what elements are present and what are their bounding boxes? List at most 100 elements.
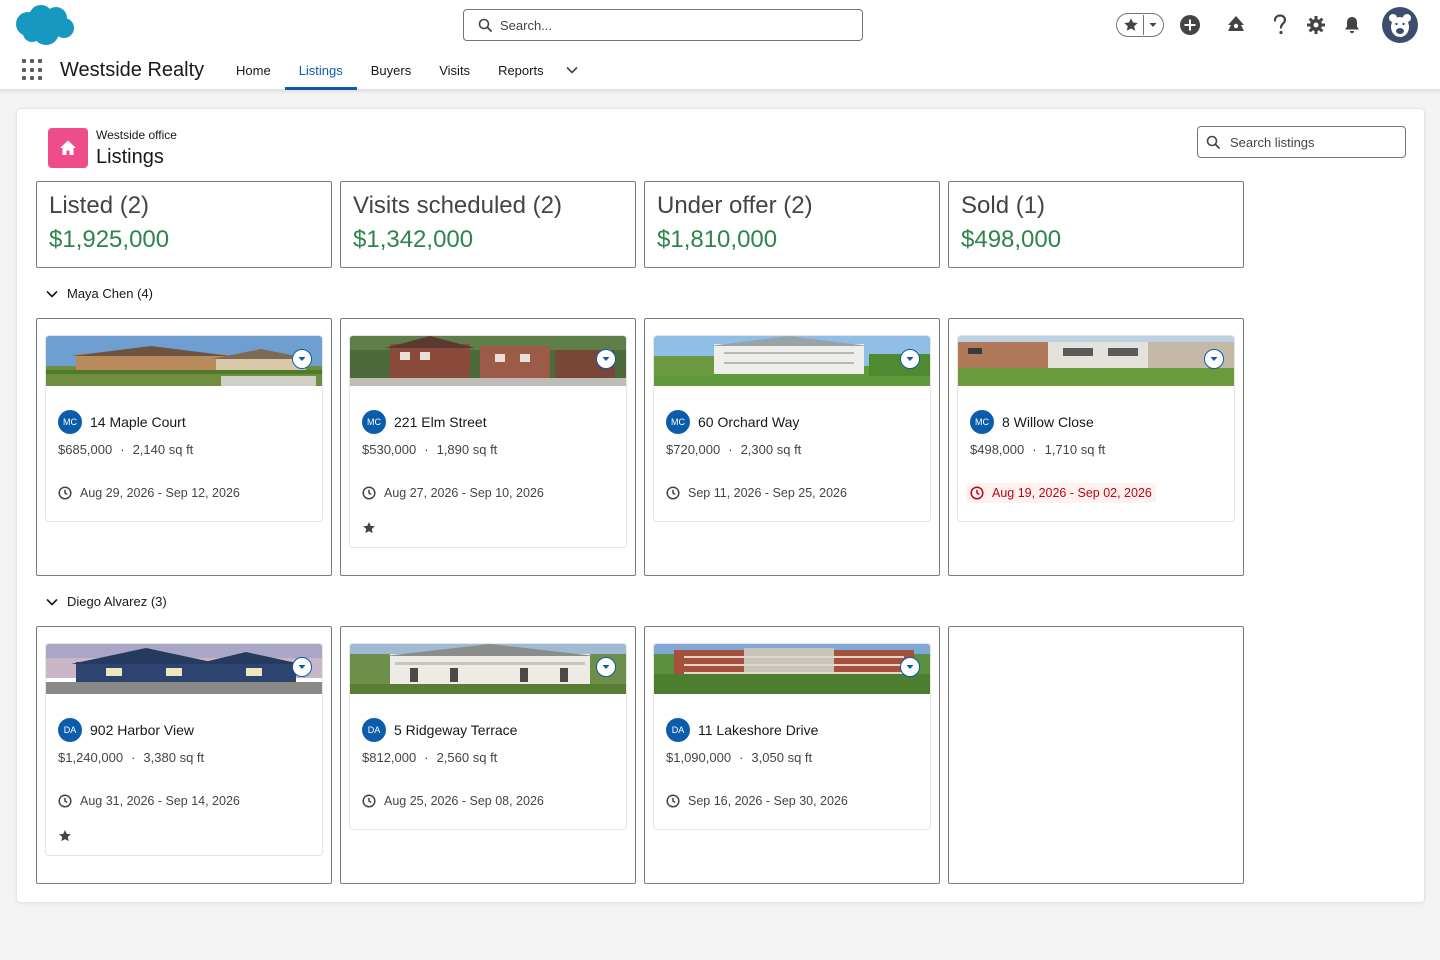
meta-separator: · [728,442,733,457]
stage-amount: $498,000 [961,226,1062,253]
card-actions-menu-button[interactable] [1204,349,1224,369]
chevron-down-icon [298,665,306,669]
kanban-column-sold-empty [948,626,1244,884]
help-button[interactable] [1268,8,1292,42]
home-icon [60,140,76,155]
listing-address-link[interactable]: 5 Ridgeway Terrace [394,722,517,738]
global-search-placeholder: Search... [500,17,553,33]
group-toggle-maya-chen[interactable]: Maya Chen (4) [45,286,153,301]
chevron-down-icon [906,665,914,669]
owner-initials-badge: MC [58,410,82,434]
chevron-down-icon [602,665,610,669]
nav-more-button[interactable] [558,50,586,90]
meta-separator: · [424,750,429,765]
listing-card[interactable]: MC 60 Orchard Way $720,000 · 2,300 sq ft Se… [653,335,931,522]
page-subtitle: Westside office [96,128,177,142]
meta-separator: · [120,442,125,457]
star-icon [363,522,375,534]
listing-date-range: Aug 27, 2026 - Sep 10, 2026 [358,483,548,503]
global-search-input[interactable]: Search... [463,9,863,41]
favorites-button[interactable] [1116,13,1164,37]
meta-separator: · [739,750,744,765]
listing-photo [350,644,626,694]
chevron-down-icon [566,66,578,74]
group-toggle-diego-alvarez[interactable]: Diego Alvarez (3) [45,594,167,609]
user-avatar[interactable] [1382,7,1418,43]
listings-search-input[interactable]: Search listings [1197,126,1406,158]
listing-price: $685,000 [58,442,113,457]
page-title: Listings [96,146,164,168]
trailhead-button[interactable] [1224,8,1248,42]
app-logo-cloud-icon[interactable] [14,4,76,46]
nav-tab-listings[interactable]: Listings [284,50,357,90]
stage-summary-listed: Listed (2) $1,925,000 [36,181,332,268]
listing-address-link[interactable]: 8 Willow Close [1002,414,1094,430]
card-actions-menu-button[interactable] [596,657,616,677]
card-actions-menu-button[interactable] [900,349,920,369]
favorites-divider [1142,15,1144,35]
global-actions-button[interactable] [1178,8,1202,42]
nav-tab-home[interactable]: Home [222,50,285,90]
meta-separator: · [131,750,136,765]
kanban-column-under-offer: MC 60 Orchard Way $720,000 · 2,300 sq ft Se… [644,318,940,576]
favorite-star-toggle[interactable] [58,829,310,843]
clock-icon [58,486,72,500]
listing-address-link[interactable]: 11 Lakeshore Drive [698,722,818,738]
listing-address-link[interactable]: 14 Maple Court [90,414,186,430]
stage-label: Listed (2) [49,192,150,219]
listing-date-range: Aug 31, 2026 - Sep 14, 2026 [54,791,244,811]
listing-address-link[interactable]: 902 Harbor View [90,722,194,738]
listing-card[interactable]: MC 14 Maple Court $685,000 · 2,140 sq ft Au… [45,335,323,522]
listing-card[interactable]: DA 902 Harbor View $1,240,000 · 3,380 sq ft… [45,643,323,856]
stage-label: Visits scheduled (2) [353,192,562,219]
listing-address-link[interactable]: 221 Elm Street [394,414,487,430]
nav-tab-reports[interactable]: Reports [484,50,558,90]
favorite-star-toggle[interactable] [362,521,614,535]
listing-price: $1,240,000 [58,750,124,765]
group-label: Maya Chen (4) [67,286,153,301]
trailhead-icon [1228,16,1244,31]
listing-card[interactable]: MC 8 Willow Close $498,000 · 1,710 sq ft Au… [957,335,1235,522]
listing-card[interactable]: DA 11 Lakeshore Drive $1,090,000 · 3,050 sq… [653,643,931,830]
nav-tab-visits[interactable]: Visits [425,50,484,90]
kanban-column-visits-scheduled: MC 221 Elm Street $530,000 · 1,890 sq ft Au… [340,318,636,576]
listing-price: $812,000 [362,750,417,765]
app-launcher-icon[interactable] [22,59,44,81]
stage-summary-sold: Sold (1) $498,000 [948,181,1244,268]
card-actions-menu-button[interactable] [596,349,616,369]
clock-icon [970,486,984,500]
stage-summary-under-offer: Under offer (2) $1,810,000 [644,181,940,268]
listing-price: $498,000 [970,442,1025,457]
listings-page-icon [48,128,88,168]
owner-initials-badge: DA [58,718,82,742]
listing-address-link[interactable]: 60 Orchard Way [698,414,799,430]
kanban-column-sold: MC 8 Willow Close $498,000 · 1,710 sq ft Au… [948,318,1244,576]
meta-separator: · [424,442,429,457]
stage-label: Under offer (2) [657,192,813,219]
owner-initials-badge: DA [362,718,386,742]
stage-summary-visits-scheduled: Visits scheduled (2) $1,342,000 [340,181,636,268]
listing-card[interactable]: MC 221 Elm Street $530,000 · 1,890 sq ft Au… [349,335,627,548]
owner-initials-badge: MC [970,410,994,434]
card-actions-menu-button[interactable] [900,657,920,677]
kanban-column-listed: MC 14 Maple Court $685,000 · 2,140 sq ft Au… [36,318,332,576]
stage-amount: $1,925,000 [49,226,170,253]
listing-price: $1,090,000 [666,750,732,765]
card-actions-menu-button[interactable] [292,657,312,677]
listing-price: $720,000 [666,442,721,457]
add-icon [1180,15,1200,35]
stage-label: Sold (1) [961,192,1046,219]
listing-size: 3,050 sq ft [751,750,813,765]
nav-tab-buyers[interactable]: Buyers [357,50,425,90]
listing-card[interactable]: DA 5 Ridgeway Terrace $812,000 · 2,560 sq f… [349,643,627,830]
notifications-bell-icon [1345,17,1359,34]
favorites-dropdown-icon [1149,23,1156,27]
kanban-column-listed: DA 902 Harbor View $1,240,000 · 3,380 sq ft… [36,626,332,884]
card-actions-menu-button[interactable] [292,349,312,369]
kanban-column-visits-scheduled: DA 5 Ridgeway Terrace $812,000 · 2,560 sq f… [340,626,636,884]
setup-button[interactable] [1304,8,1328,42]
search-icon [1206,135,1220,149]
global-header: Search... [0,0,1440,50]
notifications-button[interactable] [1340,8,1364,42]
listing-size: 1,890 sq ft [436,442,498,457]
